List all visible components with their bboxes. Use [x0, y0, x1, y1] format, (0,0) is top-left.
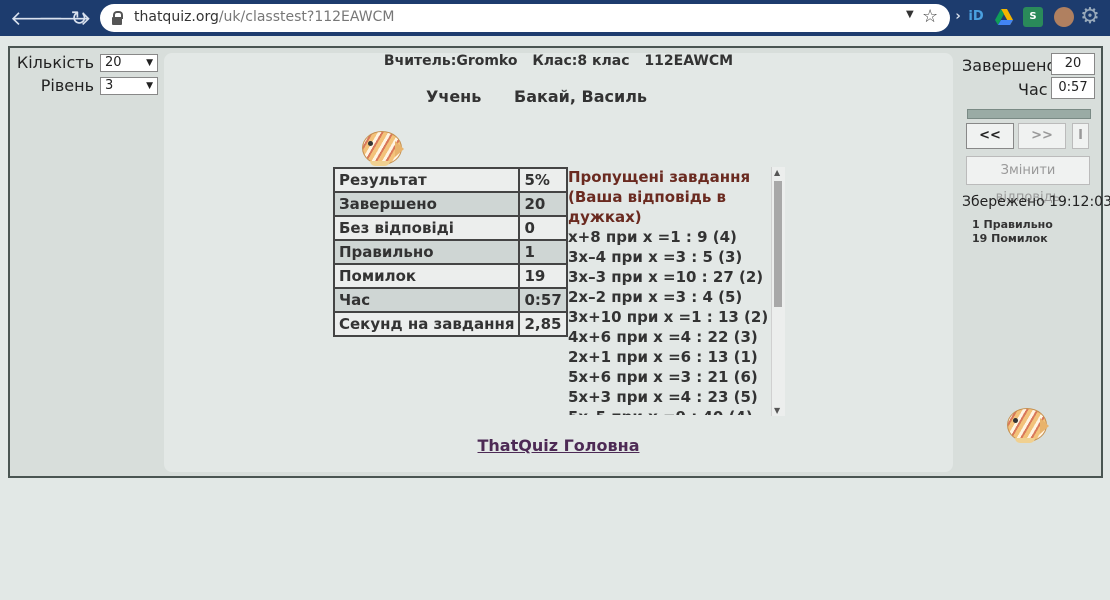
address-bar[interactable]: thatquiz.org/uk/classtest?112EAWCM ▼ ☆	[100, 4, 950, 32]
time-field: 0:57	[1051, 77, 1095, 99]
list-item: 3x–3 при x =10 : 27 (2)	[568, 268, 764, 286]
list-item: 5x+6 при x =3 : 21 (6)	[568, 368, 758, 386]
completed-field: 20	[1051, 53, 1095, 75]
count-select[interactable]: 20 ▼	[100, 54, 158, 72]
level-select[interactable]: 3 ▼	[100, 77, 158, 95]
scroll-thumb[interactable]	[774, 181, 782, 307]
result-key: Помилок	[332, 263, 521, 289]
dropdown-caret-icon[interactable]: ▼	[906, 9, 914, 20]
bookmark-star-icon[interactable]: ☆	[922, 6, 938, 27]
missed-tasks-scrollbar[interactable]: ▲ ▼	[771, 167, 785, 416]
class-label: Клас:8 клас	[532, 53, 630, 69]
list-item: 3x+10 при x =1 : 13 (2)	[568, 308, 769, 326]
extensions-chevron-icon[interactable]: ›	[954, 7, 962, 27]
result-value: 19	[518, 263, 568, 289]
result-value: 20	[518, 191, 568, 217]
prev-button[interactable]: <<	[966, 123, 1014, 149]
google-drive-icon[interactable]	[994, 7, 1014, 27]
missed-tasks-title: Пропущені завдання (Ваша відповідь в дуж…	[568, 168, 751, 226]
next-button[interactable]: >>	[1018, 123, 1066, 149]
result-key: Правильно	[332, 239, 521, 265]
results-panel: Вчитель:Gromko Клас:8 клас 112EAWCM Учен…	[164, 53, 953, 472]
list-item: 5x–5 при x =9 : 40 (4)	[568, 407, 786, 415]
result-value: 5%	[518, 167, 568, 193]
scroll-down-icon[interactable]: ▼	[774, 406, 780, 415]
result-key: Завершено	[332, 191, 521, 217]
teacher-label: Вчитель:Gromko	[383, 53, 518, 69]
saved-status: Збережено 19:12:03	[962, 194, 1110, 210]
reload-icon[interactable]: ↻	[67, 6, 91, 30]
result-key: Час	[332, 287, 521, 313]
result-value: 1	[518, 239, 568, 265]
chevron-down-icon: ▼	[146, 81, 153, 91]
table-row: Секунд на завдання 2,85	[332, 311, 568, 337]
browser-toolbar: 🡐 🡒 ↻ thatquiz.org/uk/classtest?112EAWCM…	[0, 0, 1110, 36]
lock-icon	[112, 11, 123, 25]
list-item: 2x+1 при x =6 : 13 (1)	[568, 348, 758, 366]
pause-button[interactable]: I	[1072, 123, 1089, 149]
fish-logo-icon	[1005, 406, 1049, 444]
table-row: Завершено 20	[332, 191, 568, 217]
errors-count: 19 Помилок	[972, 232, 1048, 245]
fish-logo-icon	[360, 129, 404, 167]
table-row: Помилок 19	[332, 263, 568, 289]
result-key: Без відповіді	[332, 215, 521, 241]
list-item: 2x–2 при x =3 : 4 (5)	[568, 288, 743, 306]
home-link[interactable]: ThatQuiz Головна	[164, 436, 953, 455]
missed-tasks-list[interactable]: Пропущені завдання (Ваша відповідь в дуж…	[568, 167, 786, 415]
progress-bar	[967, 109, 1091, 119]
list-item: x+8 при x =1 : 9 (4)	[568, 228, 737, 246]
forward-arrow-icon[interactable]: 🡒	[38, 6, 92, 30]
completed-label: Завершено	[962, 56, 1057, 75]
change-answer-button[interactable]: Змінити відповідь	[966, 156, 1090, 205]
table-row: Правильно 1	[332, 239, 568, 265]
chevron-down-icon: ▼	[146, 58, 153, 68]
url-text: thatquiz.org/uk/classtest?112EAWCM	[134, 9, 395, 25]
table-row: Без відповіді 0	[332, 215, 568, 241]
back-arrow-icon[interactable]: 🡐	[10, 6, 64, 30]
student-label: Учень	[426, 87, 482, 106]
scroll-up-icon[interactable]: ▲	[774, 168, 780, 177]
list-item: 4x+6 при x =4 : 22 (3)	[568, 328, 758, 346]
list-item: 5x+3 при x =4 : 23 (5)	[568, 388, 758, 406]
student-name: Бакай, Василь	[514, 87, 648, 106]
profile-avatar[interactable]	[1054, 7, 1074, 27]
count-label: Кількість	[16, 53, 94, 72]
result-key: Результат	[332, 167, 521, 193]
time-label: Час	[1018, 80, 1048, 99]
extension-s-icon[interactable]: S	[1023, 7, 1043, 27]
correct-count: 1 Правильно	[972, 218, 1053, 231]
result-value: 0	[518, 215, 568, 241]
test-code: 112EAWCM	[644, 53, 734, 69]
result-value: 0:57	[518, 287, 568, 313]
test-header: Вчитель:Gromko Клас:8 клас 112EAWCM	[164, 53, 953, 69]
table-row: Час 0:57	[332, 287, 568, 313]
settings-gear-icon[interactable]: ⚙	[1080, 6, 1100, 28]
list-item: 3x–4 при x =3 : 5 (3)	[568, 248, 743, 266]
result-value: 2,85	[518, 311, 568, 337]
left-panel: Кількість 20 ▼ Рівень 3 ▼	[10, 52, 160, 98]
table-row: Результат 5%	[332, 167, 568, 193]
extension-id-icon[interactable]: iD	[966, 7, 986, 27]
level-label: Рівень	[40, 76, 94, 95]
result-key: Секунд на завдання	[332, 311, 521, 337]
results-table: Результат 5% Завершено 20 Без відповіді 0 Прав…	[332, 167, 568, 337]
